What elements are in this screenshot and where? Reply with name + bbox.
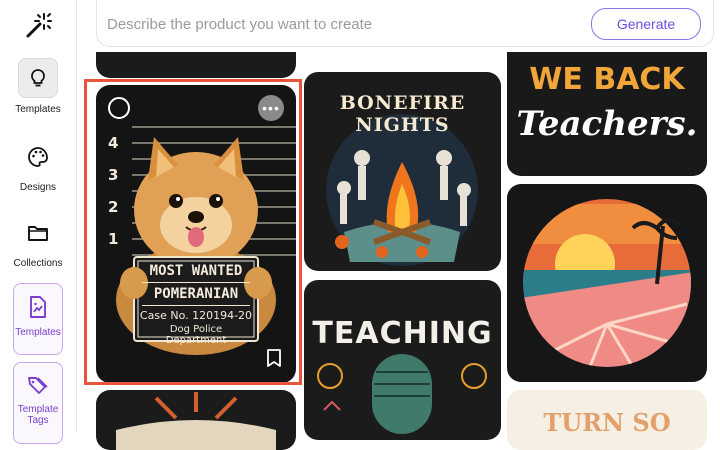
sidebar-item-templates-secondary[interactable]: Templates bbox=[13, 283, 63, 355]
generate-button[interactable]: Generate bbox=[591, 8, 701, 40]
nav-button[interactable] bbox=[19, 214, 57, 252]
sidebar-item-collections[interactable]: Collections bbox=[6, 214, 70, 269]
sidebar-item-label: Templates bbox=[15, 327, 61, 338]
sidebar-item-label: Collections bbox=[13, 258, 63, 269]
microphone-artwork bbox=[317, 354, 487, 434]
sidebar: Templates Designs Collections Templates bbox=[0, 0, 77, 444]
bottom-right-title: TURN SO bbox=[543, 408, 671, 437]
tags-icon bbox=[28, 377, 48, 394]
gallery-card-sunset[interactable] bbox=[507, 184, 707, 382]
gallery-card-top-partial[interactable] bbox=[96, 52, 296, 78]
magic-wand-icon[interactable] bbox=[24, 12, 52, 40]
sunset-citrus-artwork bbox=[523, 199, 691, 367]
gallery-card-bonfire-nights[interactable]: BONEFIRE NIGHTS bbox=[304, 72, 501, 271]
gallery-card-teachers[interactable]: WE BACK Teachers. bbox=[507, 52, 707, 176]
gallery-card-teaching[interactable]: TEACHING bbox=[304, 280, 501, 440]
teachers-line-1: WE BACK bbox=[529, 62, 685, 97]
teaching-title: TEACHING bbox=[312, 316, 493, 351]
template-doc-icon bbox=[30, 296, 46, 318]
lightbulb-icon bbox=[31, 69, 45, 87]
sidebar-item-label: Designs bbox=[19, 182, 57, 193]
folder-icon bbox=[28, 226, 48, 241]
prompt-bar: Generate bbox=[96, 0, 714, 47]
palette-icon bbox=[28, 147, 48, 167]
prompt-input[interactable] bbox=[105, 12, 579, 36]
bonfire-title: BONEFIRE NIGHTS bbox=[339, 92, 466, 136]
nav-button[interactable] bbox=[19, 138, 57, 176]
nav-button[interactable] bbox=[18, 58, 58, 98]
teachers-line-2: Teachers. bbox=[516, 104, 698, 144]
gallery-card-bottom-left[interactable] bbox=[96, 390, 296, 450]
gallery-card-bottom-right[interactable]: TURN SO bbox=[507, 390, 707, 450]
sidebar-item-label: Templates bbox=[15, 104, 61, 115]
book-artwork bbox=[116, 392, 276, 450]
selection-highlight bbox=[84, 79, 302, 385]
sidebar-item-templates[interactable]: Templates bbox=[6, 58, 70, 115]
sidebar-item-designs[interactable]: Designs bbox=[6, 138, 70, 193]
sidebar-item-label: Template Tags bbox=[17, 404, 59, 426]
